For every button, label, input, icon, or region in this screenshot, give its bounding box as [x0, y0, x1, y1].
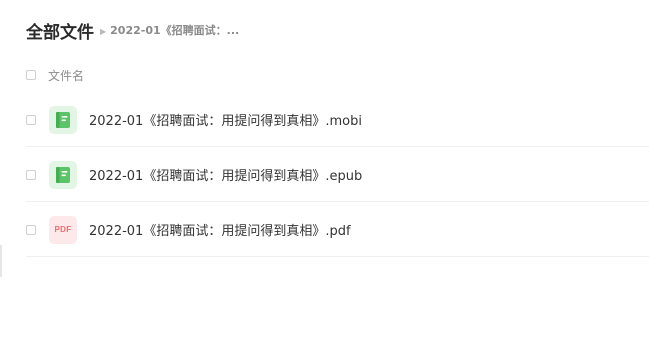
file-row-checkbox[interactable]	[26, 169, 36, 180]
file-list: 2022-01《招聘面试：用提问得到真相》.mobi 2022-01《招聘面试：…	[0, 92, 649, 257]
file-name[interactable]: 2022-01《招聘面试：用提问得到真相》.pdf	[89, 220, 351, 239]
list-header: 文件名	[26, 64, 84, 86]
breadcrumb-root-link[interactable]: 全部文件	[26, 18, 94, 43]
file-name[interactable]: 2022-01《招聘面试：用提问得到真相》.mobi	[89, 110, 362, 129]
select-all-checkbox[interactable]	[26, 70, 36, 80]
pdf-icon-label: PDF	[54, 225, 72, 234]
caret-right-icon: ▶	[100, 26, 107, 36]
file-name[interactable]: 2022-01《招聘面试：用提问得到真相》.epub	[89, 165, 362, 184]
file-row-checkbox[interactable]	[26, 224, 36, 235]
file-row[interactable]: 2022-01《招聘面试：用提问得到真相》.epub	[0, 147, 649, 202]
breadcrumb: 全部文件 ▶ 2022-01《招聘面试：...	[26, 16, 239, 44]
file-row[interactable]: 2022-01《招聘面试：用提问得到真相》.mobi	[0, 92, 649, 147]
ebook-icon	[49, 105, 77, 134]
ebook-icon	[49, 160, 77, 189]
column-header-filename[interactable]: 文件名	[48, 67, 84, 84]
file-row-checkbox[interactable]	[26, 114, 36, 125]
file-row[interactable]: PDF 2022-01《招聘面试：用提问得到真相》.pdf	[0, 202, 649, 257]
breadcrumb-current-folder: 2022-01《招聘面试：...	[110, 24, 240, 37]
file-browser: 全部文件 ▶ 2022-01《招聘面试：... 文件名 2022-01《招聘面试…	[0, 0, 649, 346]
pdf-icon: PDF	[49, 215, 77, 244]
row-divider	[26, 256, 649, 257]
